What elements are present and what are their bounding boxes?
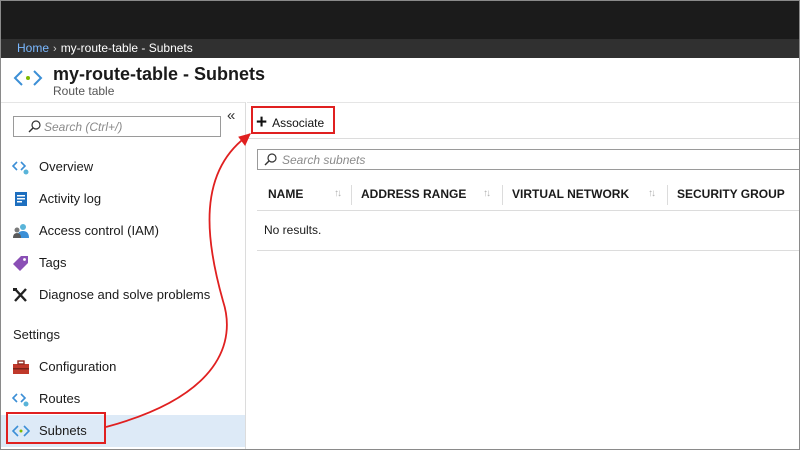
sidebar-item-tags[interactable]: Tags (1, 247, 245, 279)
sidebar-item-overview[interactable]: Overview (1, 151, 245, 183)
tag-icon (13, 256, 28, 271)
activity-log-icon (15, 192, 27, 206)
sidebar-item-diagnose[interactable]: Diagnose and solve problems (1, 279, 245, 311)
toolbox-icon (13, 360, 29, 374)
page-subtitle: Route table (53, 84, 115, 98)
routes-icon (12, 393, 29, 407)
route-table-icon (13, 70, 43, 86)
search-icon (264, 153, 277, 166)
sidebar-item-label: Routes (39, 391, 81, 406)
subnet-search-box[interactable] (257, 149, 799, 170)
subnet-search-input[interactable] (282, 152, 582, 167)
breadcrumb-current: my-route-table - Subnets (60, 41, 193, 55)
sidebar-item-routes[interactable]: Routes (1, 383, 245, 415)
associate-highlight-box (251, 106, 335, 134)
sidebar-item-access-control[interactable]: Access control (IAM) (1, 215, 245, 247)
sidebar-item-label: Configuration (39, 359, 117, 374)
sidebar-item-activity-log[interactable]: Activity log (1, 183, 245, 215)
breadcrumb-home-link[interactable]: Home (17, 41, 49, 55)
blade-header: my-route-table - Subnets Route table (1, 58, 799, 102)
search-icon (28, 120, 41, 133)
subnets-content: + Associate NAME ↑↓ ADDRESS RANGE ↑↓ VIR… (247, 102, 799, 449)
column-header-name[interactable]: NAME (268, 187, 303, 201)
menu-search-box[interactable] (13, 116, 221, 137)
column-divider (667, 185, 668, 205)
breadcrumb-separator: › (53, 43, 57, 55)
subnets-table: NAME ↑↓ ADDRESS RANGE ↑↓ VIRTUAL NETWORK… (257, 179, 799, 251)
empty-state-text: No results. (264, 223, 322, 237)
column-header-address-range[interactable]: ADDRESS RANGE (361, 187, 466, 201)
sort-icon[interactable]: ↑↓ (334, 188, 342, 199)
app-window: Home › my-route-table - Subnets my-route-t… (0, 0, 800, 450)
wrench-icon (13, 288, 27, 302)
table-header: NAME ↑↓ ADDRESS RANGE ↑↓ VIRTUAL NETWORK… (257, 179, 799, 211)
page-title: my-route-table - Subnets (53, 64, 266, 84)
sort-icon[interactable]: ↑↓ (648, 188, 656, 199)
subnets-highlight-box (6, 412, 106, 444)
resource-menu: « Overview Activity log (1, 102, 246, 449)
settings-section-header: Settings (13, 327, 60, 342)
iam-icon (13, 224, 29, 238)
menu-search-input[interactable] (44, 119, 214, 134)
column-header-security-group[interactable]: SECURITY GROUP (677, 187, 785, 201)
sidebar-item-label: Access control (IAM) (39, 223, 159, 238)
sidebar-item-label: Overview (39, 159, 94, 174)
column-divider (502, 185, 503, 205)
sort-icon[interactable]: ↑↓ (483, 188, 491, 199)
column-divider (351, 185, 352, 205)
sidebar-item-label: Activity log (39, 191, 102, 206)
sidebar-item-label: Tags (39, 255, 67, 270)
collapse-menu-button[interactable]: « (227, 107, 235, 124)
sidebar-item-label: Diagnose and solve problems (39, 287, 211, 302)
column-header-virtual-network[interactable]: VIRTUAL NETWORK (512, 187, 629, 201)
empty-state-row: No results. (257, 211, 799, 251)
breadcrumb: Home › my-route-table - Subnets (1, 39, 799, 58)
overview-icon (12, 161, 29, 175)
portal-top-bar (1, 1, 799, 39)
sidebar-item-configuration[interactable]: Configuration (1, 351, 245, 383)
